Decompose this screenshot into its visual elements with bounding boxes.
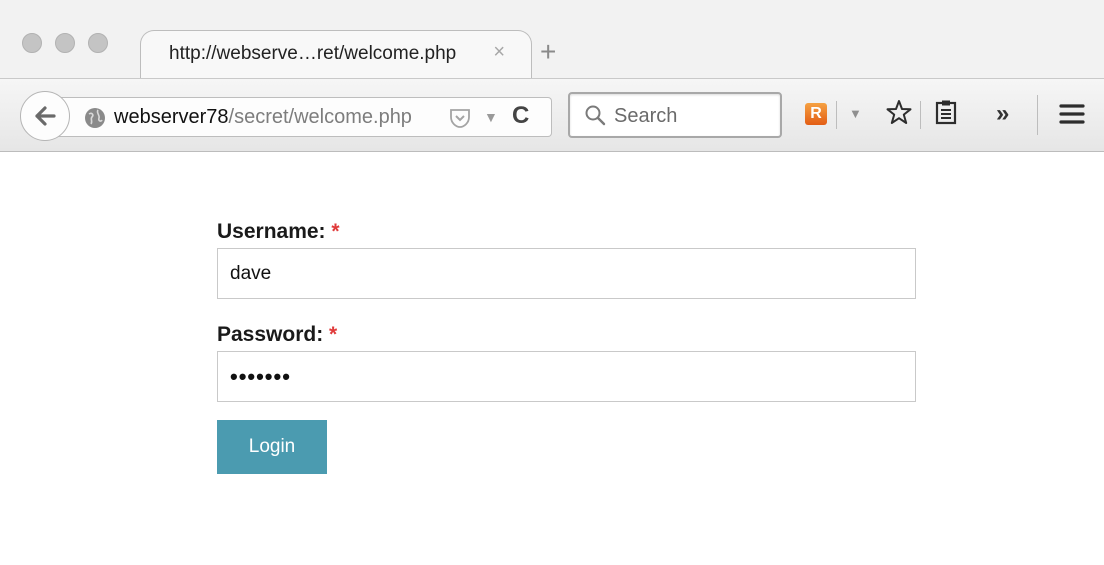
globe-icon <box>84 107 106 134</box>
required-marker: * <box>329 323 338 346</box>
password-label-text: Password: <box>217 323 324 346</box>
browser-chrome: http://webserve…ret/welcome.php × + webs… <box>0 0 1104 152</box>
url-bar[interactable]: webserver78/secret/welcome.php ▼ C <box>44 97 552 137</box>
toolbar-divider <box>1037 95 1038 135</box>
back-button[interactable] <box>20 91 70 141</box>
minimize-window-button[interactable] <box>55 33 75 53</box>
username-label: Username: * <box>217 218 917 248</box>
required-marker: * <box>331 220 340 243</box>
url-text[interactable]: webserver78/secret/welcome.php <box>114 106 412 129</box>
search-input[interactable]: Search <box>614 105 677 128</box>
password-label: Password: * <box>217 321 917 351</box>
search-icon <box>584 104 606 131</box>
pocket-icon[interactable] <box>448 107 472 134</box>
toolbar-divider <box>920 101 921 129</box>
url-host: webserver78 <box>114 106 229 128</box>
back-arrow-icon <box>35 106 56 126</box>
rss-dropdown-icon[interactable]: ▼ <box>849 106 862 121</box>
toolbar-divider <box>836 101 837 129</box>
close-window-button[interactable] <box>22 33 42 53</box>
tab-strip: http://webserve…ret/welcome.php × + <box>0 0 1104 80</box>
overflow-chevron-icon[interactable]: » <box>996 100 1009 128</box>
tab-active[interactable]: http://webserve…ret/welcome.php × <box>140 30 532 80</box>
rss-icon[interactable]: R <box>805 103 827 125</box>
new-tab-icon[interactable]: + <box>540 38 556 66</box>
bookmarks-menu-icon[interactable] <box>934 99 958 130</box>
password-field[interactable]: ••••••• <box>217 351 916 402</box>
username-field[interactable]: dave <box>217 248 916 299</box>
username-label-text: Username: <box>217 220 326 243</box>
reload-icon[interactable]: C <box>512 102 529 130</box>
tab-close-icon[interactable]: × <box>493 41 505 64</box>
zoom-window-button[interactable] <box>88 33 108 53</box>
url-dropdown-icon[interactable]: ▼ <box>484 109 498 125</box>
search-box[interactable]: Search <box>568 92 782 138</box>
login-form: Username: * dave Password: * ••••••• Log… <box>217 218 917 474</box>
tab-title: http://webserve…ret/welcome.php <box>169 43 457 64</box>
login-button[interactable]: Login <box>217 420 327 474</box>
bookmark-star-icon[interactable] <box>886 99 912 130</box>
hamburger-menu-icon[interactable] <box>1059 103 1085 130</box>
url-path: /secret/welcome.php <box>228 106 412 128</box>
navigation-toolbar: webserver78/secret/welcome.php ▼ C Searc… <box>0 78 1104 152</box>
